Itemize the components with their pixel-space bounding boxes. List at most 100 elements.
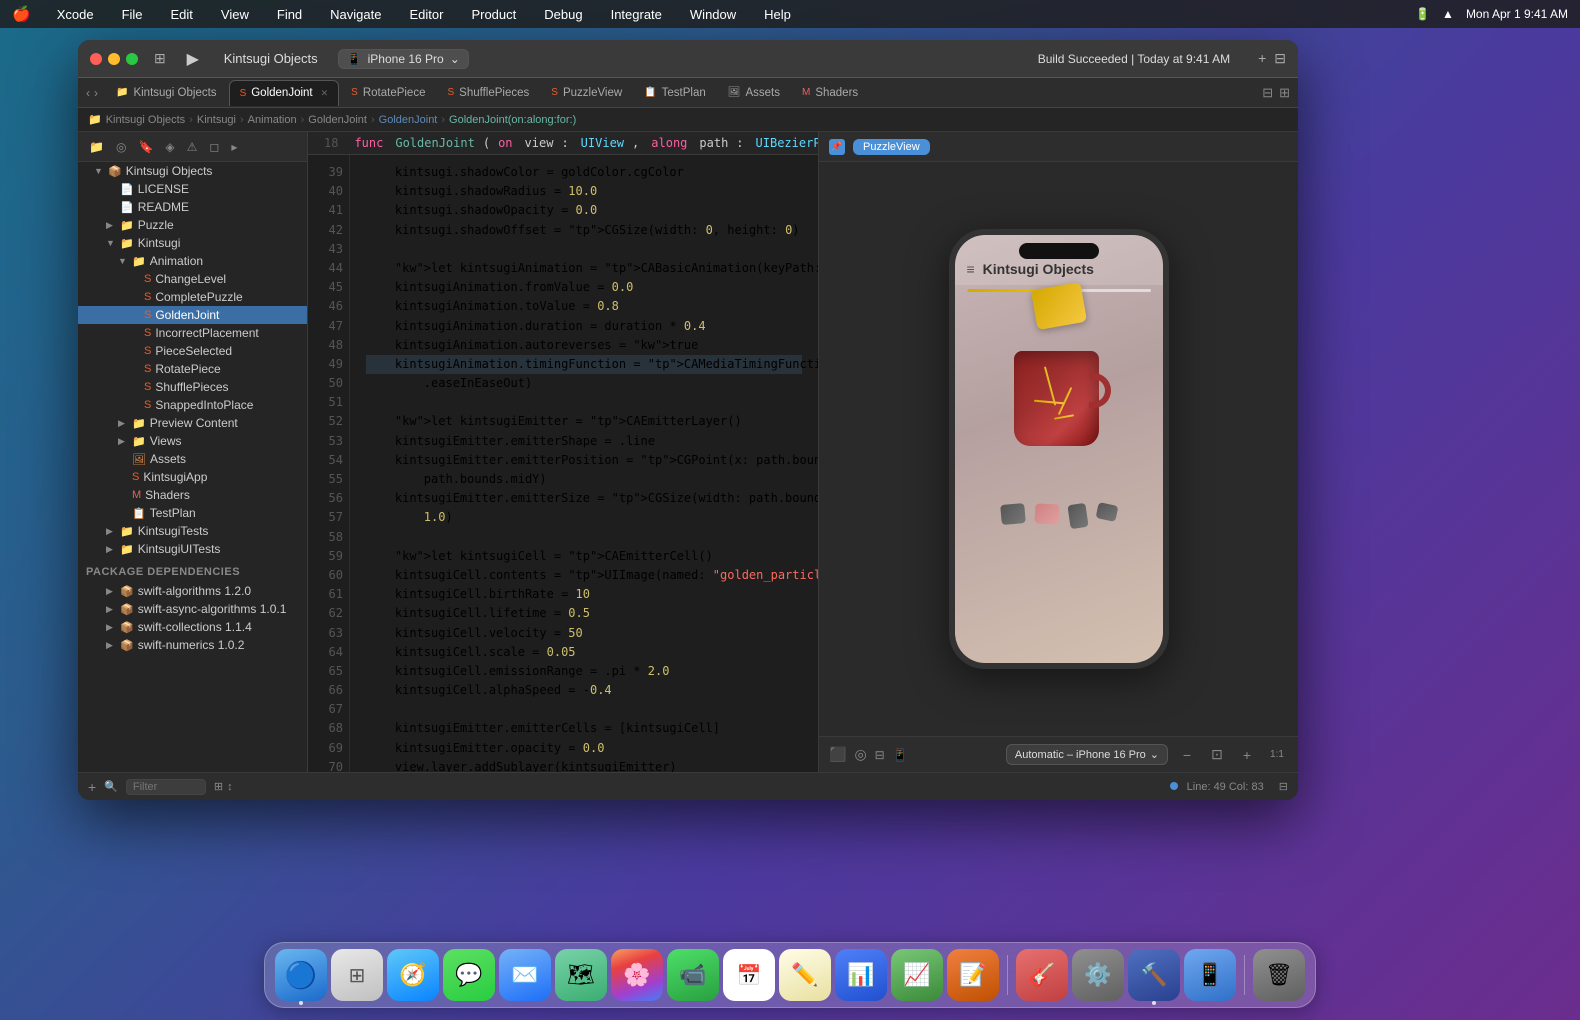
dock-freeform[interactable]: ✏️ <box>779 949 831 1001</box>
preview-tool-2[interactable]: ◎ <box>854 746 866 763</box>
zoom-in-button[interactable]: + <box>1236 744 1258 766</box>
dock-safari[interactable]: 🧭 <box>387 949 439 1001</box>
menu-find[interactable]: Find <box>271 5 308 24</box>
preview-tool-4[interactable]: 📱 <box>893 748 908 762</box>
sidebar-toggle-icon[interactable]: ⊞ <box>154 50 166 67</box>
sidebar-item-shufflepieces[interactable]: S ShufflePieces <box>78 378 307 396</box>
sidebar-breakpoints-icon[interactable]: ◈ <box>162 138 177 156</box>
sidebar-item-assets[interactable]: 🖼 Assets <box>78 450 307 468</box>
dock-xcode[interactable]: 🔨 <box>1128 949 1180 1001</box>
puzzle-view-button[interactable]: PuzzleView <box>853 139 930 155</box>
sidebar-item-readme[interactable]: 📄 README <box>78 198 307 216</box>
sidebar-item-rotatepiece[interactable]: S RotatePiece <box>78 360 307 378</box>
dock-maps[interactable]: 🗺 <box>555 949 607 1001</box>
minimize-button[interactable] <box>108 53 120 65</box>
menu-edit[interactable]: Edit <box>165 5 199 24</box>
preview-pin-icon[interactable]: 📌 <box>829 139 845 155</box>
tab-close-icon[interactable]: ✕ <box>321 88 329 99</box>
dock-facetime[interactable]: 📹 <box>667 949 719 1001</box>
sidebar-item-views[interactable]: ▶ 📁 Views <box>78 432 307 450</box>
tab-test-plan[interactable]: 📋 TestPlan <box>634 80 716 106</box>
dock-mail[interactable]: ✉️ <box>499 949 551 1001</box>
breadcrumb-item-4[interactable]: GoldenJoint <box>308 114 367 126</box>
sidebar-test-icon[interactable]: ◻ <box>206 138 222 156</box>
sidebar-dep-0[interactable]: ▶ 📦 swift-algorithms 1.2.0 <box>78 582 307 600</box>
preview-tool-1[interactable]: ⬛ <box>829 746 846 763</box>
breadcrumb-item-0[interactable]: 📁 <box>88 113 102 126</box>
sidebar-debug-icon[interactable]: ▸ <box>228 138 240 156</box>
breadcrumb-item-1[interactable]: Kintsugi Objects <box>106 114 185 126</box>
zoom-out-button[interactable]: − <box>1176 744 1198 766</box>
breadcrumb-item-2[interactable]: Kintsugi <box>197 114 236 126</box>
menu-editor[interactable]: Editor <box>403 5 449 24</box>
menu-view[interactable]: View <box>215 5 255 24</box>
dock-photos[interactable]: 🌸 <box>611 949 663 1001</box>
sidebar-item-completepuzzle[interactable]: S CompletePuzzle <box>78 288 307 306</box>
tab-kintsugi-objects[interactable]: 📁 Kintsugi Objects <box>106 80 227 106</box>
sidebar-item-preview-content[interactable]: ▶ 📁 Preview Content <box>78 414 307 432</box>
add-editor-icon[interactable]: ⊞ <box>1279 85 1290 101</box>
menu-xcode[interactable]: Xcode <box>51 5 100 24</box>
menu-integrate[interactable]: Integrate <box>605 5 668 24</box>
tab-shuffle-pieces[interactable]: S ShufflePieces <box>437 80 539 106</box>
code-editor[interactable]: 18 func GoldenJoint ( on view : UIView ,… <box>308 132 818 772</box>
sidebar-item-license[interactable]: 📄 LICENSE <box>78 180 307 198</box>
run-button[interactable]: ▶ <box>182 48 204 70</box>
menu-file[interactable]: File <box>116 5 149 24</box>
tab-puzzle-view[interactable]: S PuzzleView <box>541 80 632 106</box>
sidebar-item-kintsugi-ui-tests[interactable]: ▶ 📁 KintsugiUITests <box>78 540 307 558</box>
sidebar-item-animation[interactable]: ▼ 📁 Animation <box>78 252 307 270</box>
sidebar-item-kintsugiapp[interactable]: S KintsugiApp <box>78 468 307 486</box>
add-icon[interactable]: + <box>1258 50 1266 67</box>
menu-navigate[interactable]: Navigate <box>324 5 387 24</box>
dock-instruments[interactable]: 🎸 <box>1016 949 1068 1001</box>
sidebar-item-shaders[interactable]: M Shaders <box>78 486 307 504</box>
dock-trash[interactable]: 🗑 <box>1253 949 1305 1001</box>
menu-product[interactable]: Product <box>465 5 522 24</box>
sidebar-item-project[interactable]: ▼ 📦 Kintsugi Objects <box>78 162 307 180</box>
zoom-reset-button[interactable]: 1:1 <box>1266 744 1288 766</box>
menu-help[interactable]: Help <box>758 5 797 24</box>
tab-shaders[interactable]: M Shaders <box>792 80 868 106</box>
sidebar-item-goldenjoint[interactable]: S GoldenJoint <box>78 306 307 324</box>
tab-golden-joint[interactable]: S GoldenJoint ✕ <box>229 80 340 106</box>
fullscreen-button[interactable] <box>126 53 138 65</box>
dock-numbers[interactable]: 📈 <box>891 949 943 1001</box>
sidebar-item-changelevel[interactable]: S ChangeLevel <box>78 270 307 288</box>
layout-toggle-icon[interactable]: ⊟ <box>1274 50 1286 67</box>
dock-keynote[interactable]: 📊 <box>835 949 887 1001</box>
menu-debug[interactable]: Debug <box>538 5 588 24</box>
device-selector[interactable]: Automatic – iPhone 16 Pro ⌄ <box>1006 744 1168 765</box>
sidebar-item-pieceselected[interactable]: S PieceSelected <box>78 342 307 360</box>
dock-pages[interactable]: 📝 <box>947 949 999 1001</box>
sidebar-source-icon[interactable]: ◎ <box>113 138 129 156</box>
dock-finder[interactable]: 🔵 <box>275 949 327 1001</box>
sidebar-folder-icon[interactable]: 📁 <box>86 138 107 156</box>
dock-launchpad[interactable]: ⊞ <box>331 949 383 1001</box>
filter-input[interactable] <box>126 779 206 795</box>
sidebar-dep-2[interactable]: ▶ 📦 swift-collections 1.1.4 <box>78 618 307 636</box>
tab-assets[interactable]: 🖼 Assets <box>718 80 790 106</box>
sidebar-dep-1[interactable]: ▶ 📦 swift-async-algorithms 1.0.1 <box>78 600 307 618</box>
zoom-fit-button[interactable]: ⊡ <box>1206 744 1228 766</box>
sort-icon[interactable]: ↕ <box>227 781 233 793</box>
sidebar-item-testplan[interactable]: 📋 TestPlan <box>78 504 307 522</box>
split-editor-icon[interactable]: ⊟ <box>1262 85 1273 101</box>
nav-next-icon[interactable]: › <box>94 86 98 100</box>
dock-settings[interactable]: ⚙️ <box>1072 949 1124 1001</box>
sidebar-item-kintsugi[interactable]: ▼ 📁 Kintsugi <box>78 234 307 252</box>
dock-calendar[interactable]: 📅 <box>723 949 775 1001</box>
dock-messages[interactable]: 💬 <box>443 949 495 1001</box>
sidebar-item-snappedintoplace[interactable]: S SnappedIntoPlace <box>78 396 307 414</box>
breadcrumb-item-3[interactable]: Animation <box>248 114 297 126</box>
sidebar-item-puzzle[interactable]: ▶ 📁 Puzzle <box>78 216 307 234</box>
sidebar-bookmarks-icon[interactable]: 🔖 <box>135 138 156 156</box>
tab-rotate-piece[interactable]: S RotatePiece <box>341 80 435 106</box>
sidebar-dep-3[interactable]: ▶ 📦 swift-numerics 1.0.2 <box>78 636 307 654</box>
scheme-selector[interactable]: 📱 iPhone 16 Pro ⌄ <box>338 49 469 69</box>
dock-iphone-mirroring[interactable]: 📱 <box>1184 949 1236 1001</box>
close-button[interactable] <box>90 53 102 65</box>
apple-menu[interactable]: 🍎 <box>12 5 31 23</box>
layout-icon[interactable]: ⊟ <box>1279 781 1288 793</box>
menu-window[interactable]: Window <box>684 5 742 24</box>
